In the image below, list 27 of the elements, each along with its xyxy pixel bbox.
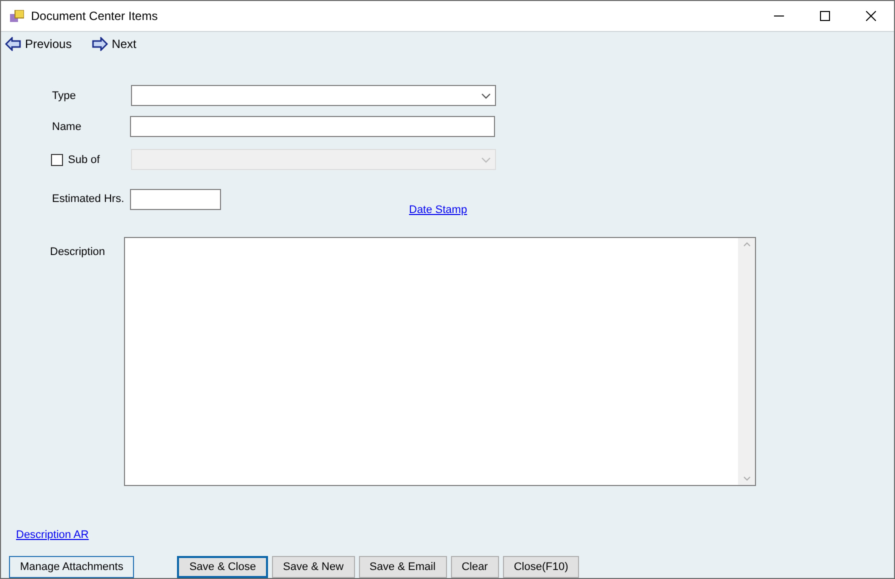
field-label: Sub of [68, 154, 101, 166]
date-stamp-link[interactable]: Date Stamp [409, 204, 468, 216]
form-button[interactable]: Clear [450, 556, 499, 578]
type-dropdown[interactable] [131, 85, 496, 106]
arrow-icon [5, 37, 21, 51]
close-icon [866, 11, 876, 21]
form-button[interactable]: Save & New [272, 556, 355, 578]
app-icon [10, 10, 24, 22]
chevron-down-icon [481, 92, 491, 98]
window-title: Document Center Items [31, 9, 159, 23]
field-label: Name [52, 120, 82, 132]
form-button[interactable]: Manage Attachments [9, 556, 134, 578]
description-field[interactable] [124, 237, 756, 486]
name-field[interactable] [130, 116, 495, 137]
form-button[interactable]: Save & Email [358, 556, 447, 578]
arrow-icon [92, 37, 108, 51]
nav-button[interactable]: Previous [5, 37, 72, 51]
maximize-icon [820, 11, 830, 21]
field-label: Type [52, 90, 77, 102]
description-ar-link[interactable]: Description AR [16, 529, 89, 541]
estimated-hours-field[interactable] [130, 188, 221, 210]
form-button[interactable]: Close(F10) [502, 556, 580, 578]
field-label: Description [50, 246, 106, 260]
field-label: Estimated Hrs. [52, 193, 126, 205]
nav-button[interactable]: Next [92, 37, 136, 51]
form-button[interactable]: Save & Close [177, 556, 268, 578]
chevron-down-icon [481, 156, 491, 162]
